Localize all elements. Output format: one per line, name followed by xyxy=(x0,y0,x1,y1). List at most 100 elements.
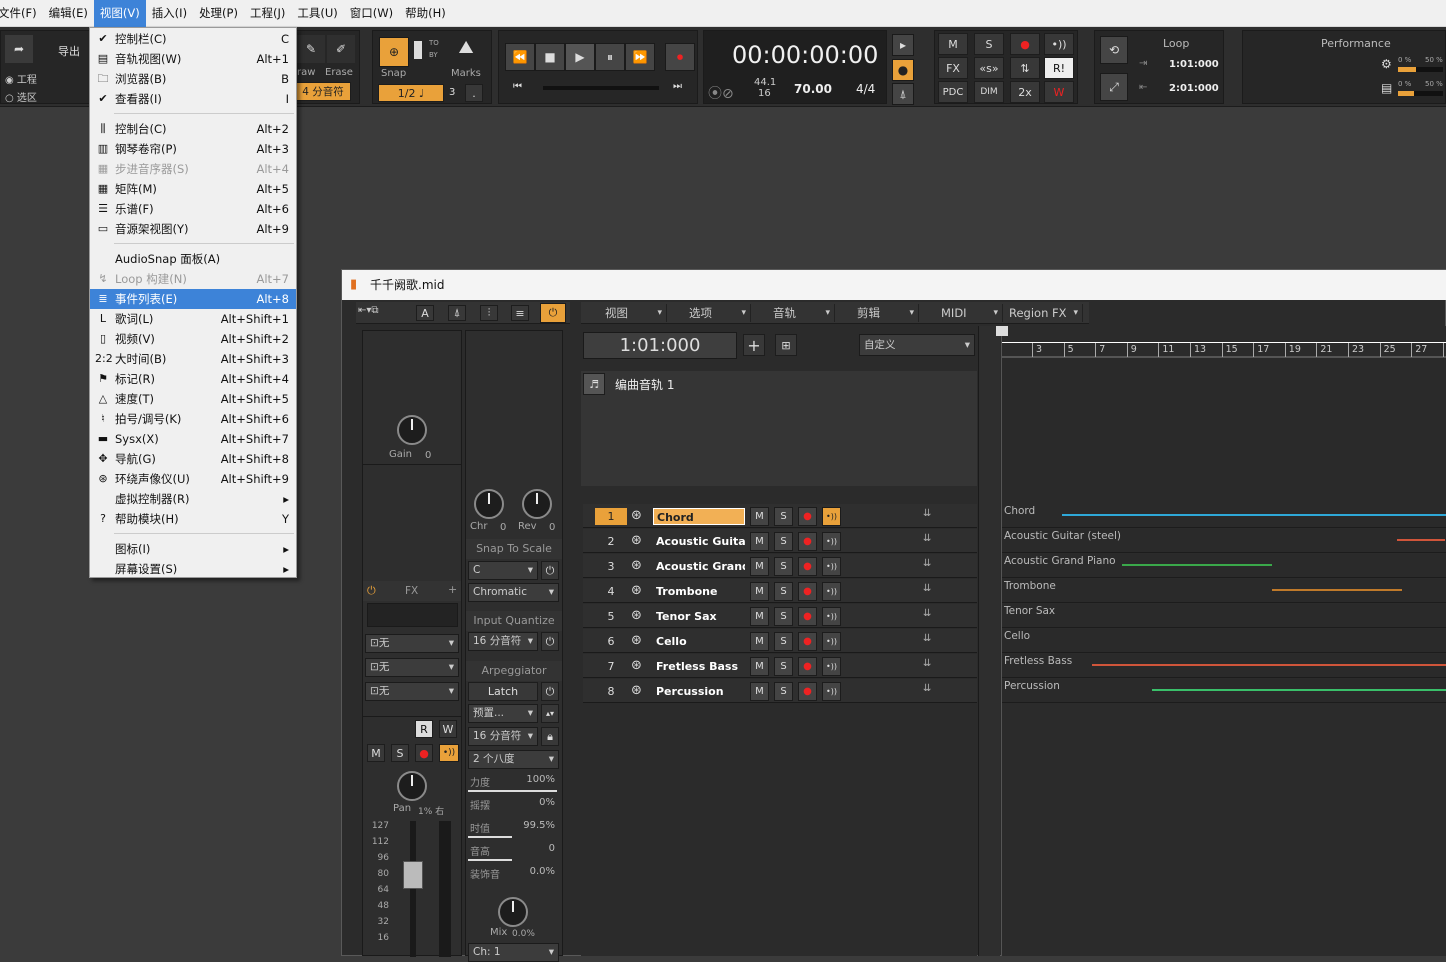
track-row[interactable]: 5 ⊛ Tenor Sax M S ● •)) ⇊ xyxy=(583,604,977,628)
mix-fx-button[interactable]: FX xyxy=(938,57,968,79)
track-view-menu-midi[interactable]: MIDI ▾ xyxy=(921,304,1003,322)
snap-icon[interactable]: ⊕ xyxy=(379,37,409,67)
track-view-menu-view[interactable]: 视图 ▾ xyxy=(585,304,667,322)
expand-track-icon[interactable]: ⇊ xyxy=(923,633,931,644)
view-menu-item-25[interactable]: ? 帮助模块(H) Y xyxy=(90,509,296,529)
view-menu-item-21[interactable]: ▬ Sysx(X) Alt+Shift+7 xyxy=(90,429,296,449)
rewind-icon[interactable]: ⏪ xyxy=(505,43,535,71)
mix-monitor-icon[interactable]: •)) xyxy=(1044,33,1074,55)
menu-help[interactable]: 帮助(H) xyxy=(399,0,452,27)
input-quantize-power-icon[interactable]: ⏻ xyxy=(541,632,559,651)
arp-preset-spin-icon[interactable]: ▴▾ xyxy=(541,704,559,723)
expand-track-icon[interactable]: ⇊ xyxy=(923,658,931,669)
clip-notes[interactable] xyxy=(1122,564,1272,566)
track-arm-icon[interactable]: ● xyxy=(798,607,817,626)
pan-knob[interactable] xyxy=(397,771,427,801)
view-menu-item-15[interactable]: L 歌词(L) Alt+Shift+1 xyxy=(90,309,296,329)
track-name[interactable]: Acoustic Guitar xyxy=(653,533,745,550)
menu-file[interactable]: 文件(F) xyxy=(0,0,43,27)
loop-end-icon[interactable]: ⇤ xyxy=(1139,82,1147,93)
track-mute-button[interactable]: M xyxy=(750,532,769,551)
clip-lane[interactable]: Chord xyxy=(1002,504,1446,528)
track-solo-button[interactable]: S xyxy=(774,532,793,551)
clip-lane[interactable]: Percussion xyxy=(1002,679,1446,703)
mix-solo-button[interactable]: S xyxy=(974,33,1004,55)
fx-bin[interactable] xyxy=(367,603,458,627)
track-mute-button[interactable]: M xyxy=(750,682,769,701)
track-monitor-icon[interactable]: •)) xyxy=(822,682,841,701)
clip-notes[interactable] xyxy=(1062,514,1446,516)
view-menu-item-22[interactable]: ✥ 导航(G) Alt+Shift+8 xyxy=(90,449,296,469)
view-menu-item-1[interactable]: ▤ 音轨视图(W) Alt+1 xyxy=(90,49,296,69)
expand-track-icon[interactable]: ⇊ xyxy=(923,508,931,519)
track-arm-icon[interactable]: ● xyxy=(798,682,817,701)
ornament-slider[interactable]: 装饰音 0.0% xyxy=(468,865,557,885)
add-track-icon[interactable]: + xyxy=(743,334,765,356)
pause-icon[interactable]: ⏸ xyxy=(595,43,625,71)
track-scrollbar[interactable] xyxy=(978,326,1000,956)
clip-notes[interactable] xyxy=(1397,539,1445,541)
track-view-menu-options[interactable]: 选项 ▾ xyxy=(669,304,751,322)
track-view-menu-track[interactable]: 音轨 ▾ xyxy=(753,304,835,322)
track-number[interactable]: 2 xyxy=(595,533,627,550)
scale-key-select[interactable]: C ▾ xyxy=(468,561,538,580)
track-monitor-icon[interactable]: •)) xyxy=(822,657,841,676)
expand-track-icon[interactable]: ⇊ xyxy=(923,558,931,569)
view-menu-item-16[interactable]: ▯ 视频(V) Alt+Shift+2 xyxy=(90,329,296,349)
loop-toggle-icon[interactable]: ⟲ xyxy=(1100,36,1128,64)
now-marker-icon[interactable] xyxy=(996,326,1008,336)
fx-add-icon[interactable]: + xyxy=(448,583,457,596)
strip-solo-button[interactable]: S xyxy=(391,744,409,762)
view-menu-item-13[interactable]: ↯ Loop 构建(N) Alt+7 xyxy=(90,269,296,289)
stop-icon[interactable]: ■ xyxy=(535,43,565,71)
inspector-a-icon[interactable]: A xyxy=(416,305,434,321)
view-menu-item-12[interactable]: AudioSnap 面板(A) xyxy=(90,249,296,269)
arranger-track-name[interactable]: 编曲音轨 1 xyxy=(615,376,674,393)
track-mute-button[interactable]: M xyxy=(750,607,769,626)
view-menu-item-10[interactable]: ▭ 音源架视图(Y) Alt+9 xyxy=(90,219,296,239)
record-mode-icon[interactable]: ● xyxy=(892,59,914,81)
track-view-preset-select[interactable]: 自定义 ▾ xyxy=(859,334,975,356)
track-mute-button[interactable]: M xyxy=(750,557,769,576)
track-number[interactable]: 1 xyxy=(595,508,627,525)
track-monitor-icon[interactable]: •)) xyxy=(822,607,841,626)
metronome-toggle-icon[interactable]: ⍋ xyxy=(892,83,914,105)
menu-view[interactable]: 视图(V) xyxy=(93,0,146,27)
track-arm-icon[interactable]: ● xyxy=(798,657,817,676)
track-row[interactable]: 3 ⊛ Acoustic Grand P MS ● •)) ⇊ xyxy=(583,554,977,578)
inspector-list-icon[interactable]: ≡ xyxy=(511,305,529,321)
output-select[interactable]: ⊡无 ▾ xyxy=(365,658,459,677)
mix-arm-icon[interactable]: ● xyxy=(1010,33,1040,55)
track-mute-button[interactable]: M xyxy=(750,582,769,601)
clip-lane[interactable]: Acoustic Guitar (steel) xyxy=(1002,529,1446,553)
track-mute-button[interactable]: M xyxy=(750,507,769,526)
volume-fader[interactable] xyxy=(403,861,423,889)
clip-notes[interactable] xyxy=(1152,689,1446,691)
view-menu-item-14[interactable]: ≣ 事件列表(E) Alt+8 xyxy=(90,289,296,309)
track-row[interactable]: 4 ⊛ Trombone M S ● •)) ⇊ xyxy=(583,579,977,603)
expand-track-icon[interactable]: ⇊ xyxy=(923,608,931,619)
strip-monitor-icon[interactable]: •)) xyxy=(439,744,459,762)
record-icon[interactable]: ⏺ xyxy=(665,43,695,71)
view-menu-item-27[interactable]: 图标(I) ▸ xyxy=(90,539,296,559)
expand-track-icon[interactable]: ⇊ xyxy=(923,533,931,544)
clip-lane[interactable]: Tenor Sax xyxy=(1002,604,1446,628)
view-menu-item-24[interactable]: 虚拟控制器(R) ▸ xyxy=(90,489,296,509)
erase-tool-icon[interactable]: ✐ xyxy=(327,35,355,63)
input-quantize-select[interactable]: 16 分音符 ▾ xyxy=(468,632,538,651)
fx-power-icon[interactable]: ⏻ xyxy=(367,584,376,598)
reverb-knob[interactable] xyxy=(522,489,552,519)
metronome-icon[interactable]: ⦿⊘ xyxy=(708,83,734,103)
track-row[interactable]: 1 ⊛ Chord M S ● •)) ⇊ xyxy=(583,504,977,528)
menu-project[interactable]: 工程(J) xyxy=(244,0,291,27)
input-select[interactable]: ⊡无 ▾ xyxy=(365,634,459,653)
view-menu-item-28[interactable]: 屏幕设置(S) ▸ xyxy=(90,559,296,579)
track-name[interactable]: Percussion xyxy=(653,683,745,700)
view-menu-item-23[interactable]: ⊛ 环绕声像仪(U) Alt+Shift+9 xyxy=(90,469,296,489)
note-icon[interactable]: ♬ xyxy=(583,373,605,395)
velocity-slider[interactable]: 力度 100% xyxy=(468,773,557,793)
track-name[interactable]: Fretless Bass xyxy=(653,658,745,675)
track-name[interactable]: Cello xyxy=(653,633,745,650)
track-solo-button[interactable]: S xyxy=(774,657,793,676)
view-menu-item-19[interactable]: △ 速度(T) Alt+Shift+5 xyxy=(90,389,296,409)
